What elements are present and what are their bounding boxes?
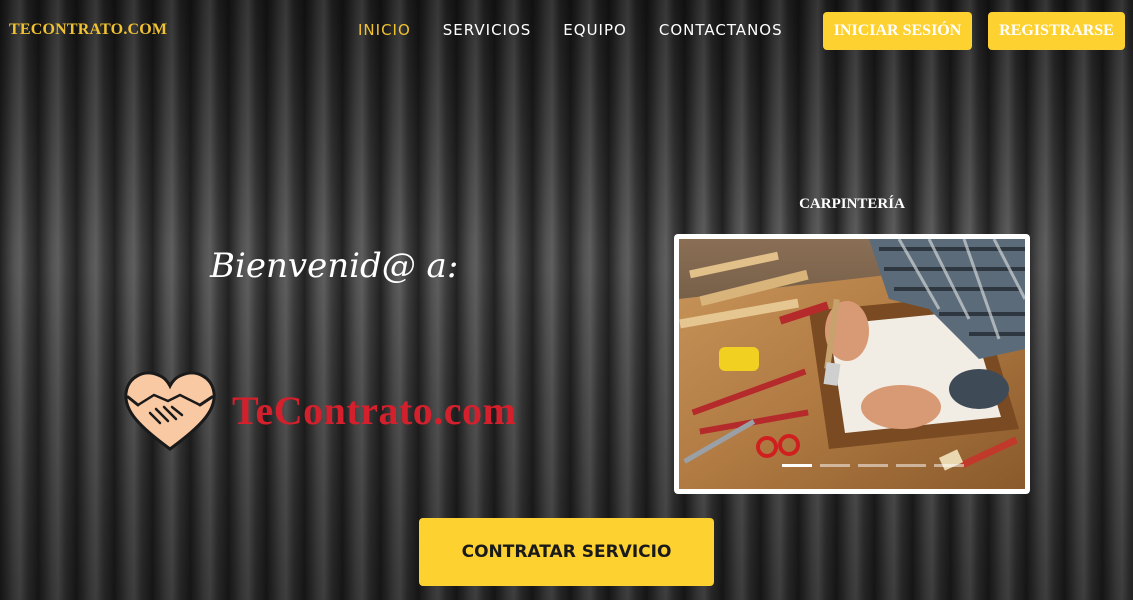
nav-link-servicios[interactable]: SERVICIOS: [443, 20, 532, 40]
hire-service-button[interactable]: CONTRATAR SERVICIO: [419, 518, 714, 586]
carpentry-image: [679, 239, 1025, 489]
navbar: TECONTRATO.COM INICIO SERVICIOS EQUIPO C…: [0, 0, 1133, 62]
nav-link-equipo[interactable]: EQUIPO: [563, 20, 627, 40]
carousel-title: CARPINTERÍA: [799, 196, 905, 212]
carousel-indicator[interactable]: [934, 464, 964, 467]
nav-link-inicio[interactable]: INICIO: [358, 20, 411, 40]
brand-logo-link[interactable]: TECONTRATO.COM: [9, 21, 167, 39]
logo-text: TeContrato.com: [232, 388, 517, 433]
carousel-indicator[interactable]: [782, 464, 812, 467]
carousel-indicators: [782, 464, 964, 467]
register-button[interactable]: REGISTRARSE: [988, 12, 1125, 50]
service-carousel[interactable]: [674, 234, 1030, 494]
nav-link-contactanos[interactable]: CONTACTANOS: [659, 20, 783, 40]
tecontrato-logo: TeContrato.com: [120, 365, 550, 455]
carousel-indicator[interactable]: [896, 464, 926, 467]
carousel-indicator[interactable]: [820, 464, 850, 467]
nav-links: INICIO SERVICIOS EQUIPO CONTACTANOS: [358, 20, 815, 40]
handshake-heart-icon: [124, 371, 216, 451]
carousel-indicator[interactable]: [858, 464, 888, 467]
welcome-heading: Bienvenid@ a:: [210, 246, 459, 286]
login-button[interactable]: INICIAR SESIÓN: [823, 12, 972, 50]
